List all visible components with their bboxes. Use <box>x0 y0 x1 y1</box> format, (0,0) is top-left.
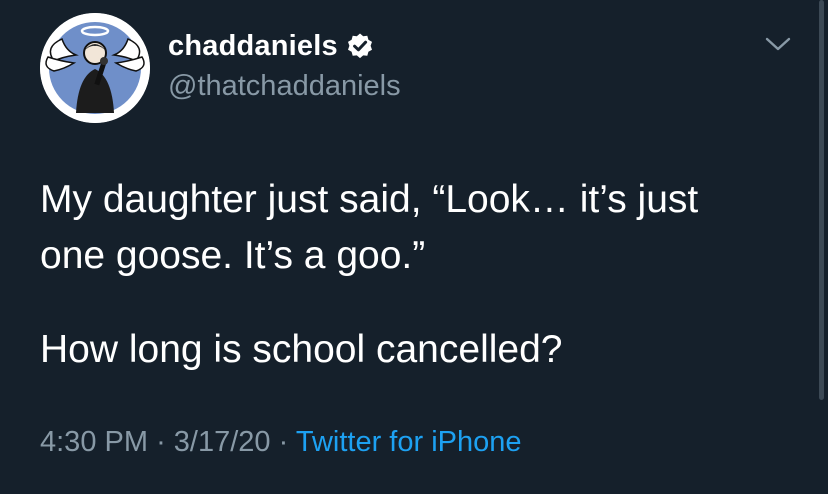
author-display-name[interactable]: chaddaniels <box>168 30 338 63</box>
tweet-text-line: My daughter just said, “Look… it’s just <box>40 178 699 221</box>
author-handle[interactable]: @thatchaddaniels <box>168 70 401 103</box>
tweet-source-link[interactable]: Twitter for iPhone <box>296 426 522 458</box>
tweet-date[interactable]: 3/17/20 <box>174 426 271 458</box>
tweet-text-paragraph: How long is school cancelled? <box>40 328 563 371</box>
tweet-time[interactable]: 4:30 PM <box>40 426 148 458</box>
avatar-illustration <box>40 13 150 123</box>
scrollbar[interactable] <box>819 0 824 400</box>
profile-avatar[interactable] <box>40 13 150 123</box>
tweet-metadata: 4:30 PM · 3/17/20 · Twitter for iPhone <box>40 426 522 459</box>
chevron-down-icon[interactable] <box>764 34 792 54</box>
tweet-text-line: one goose. It’s a goo.” <box>40 234 426 277</box>
meta-separator: · <box>278 426 289 458</box>
author-name-row[interactable]: chaddaniels <box>168 26 374 66</box>
verified-badge-icon <box>346 32 374 60</box>
meta-separator: · <box>156 426 166 458</box>
tweet-text: My daughter just said, “Look… it’s just … <box>40 172 800 284</box>
